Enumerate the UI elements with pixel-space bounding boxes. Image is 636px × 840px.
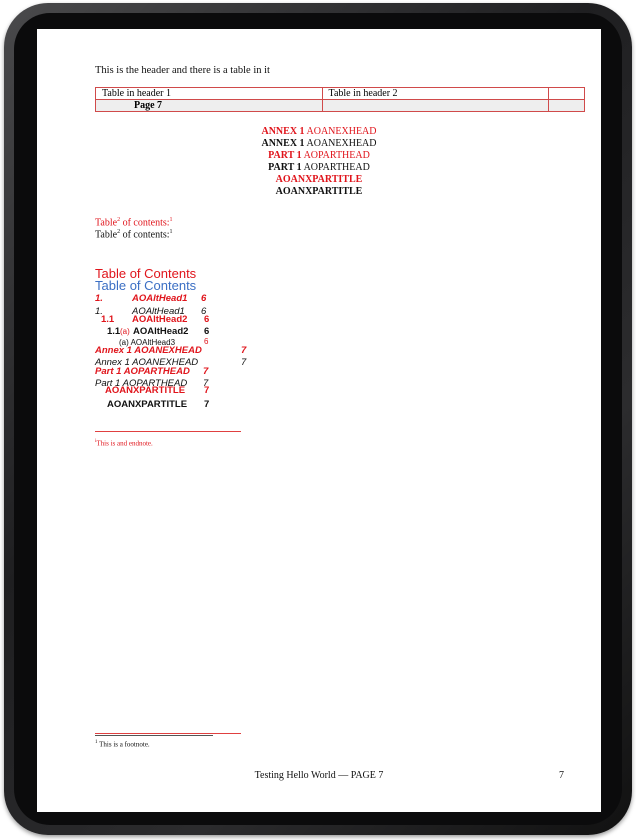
header-text: This is the header and there is a table … bbox=[95, 65, 270, 76]
toc-entry[interactable]: 1.1 bbox=[101, 314, 114, 325]
header-table: Table in header 1 Table in header 2 Page… bbox=[95, 87, 585, 112]
header-table-cell: Table in header 2 bbox=[321, 87, 550, 100]
toc-entry-page: 6 bbox=[201, 293, 207, 304]
toc-entry-text[interactable]: Part 1 AOPARTHEAD bbox=[95, 366, 190, 377]
toc-entry-text[interactable]: Annex 1 AOANEXHEAD bbox=[95, 345, 202, 356]
toc-entry-page: 6 bbox=[204, 326, 210, 337]
annex-heading-red: ANNEX 1 AOANEXHEAD bbox=[261, 126, 377, 137]
header-table-cell bbox=[548, 87, 585, 100]
toc-reference-red: Table2 of contents:1 bbox=[95, 217, 173, 229]
header-table-cell bbox=[321, 99, 550, 112]
toc-entry-page: 6 bbox=[204, 314, 210, 325]
toc-entry-page: 7 bbox=[204, 385, 210, 396]
toc-entry-text[interactable]: AOAltHead2 bbox=[133, 326, 188, 337]
toc-entry-page: 7 bbox=[203, 366, 209, 377]
toc-entry-page: 7 bbox=[241, 357, 247, 368]
footer-text: Testing Hello World — PAGE 7 bbox=[254, 770, 384, 781]
annex-heading-block: ANNEX 1 AOANEXHEAD ANNEX 1 AOANEXHEAD PA… bbox=[37, 126, 601, 198]
toc-entry-page: 7 bbox=[241, 345, 247, 356]
part-title-red: AOANXPARTITLE bbox=[275, 174, 363, 185]
footnote-separator bbox=[95, 733, 241, 734]
endnote: iThis is and endnote. bbox=[95, 439, 153, 448]
toc-title-blue: Table of Contents bbox=[95, 278, 197, 293]
toc-entry[interactable]: (a) bbox=[120, 327, 130, 336]
part-heading-red: PART 1 AOPARTHEAD bbox=[268, 150, 370, 161]
annex-heading-black: ANNEX 1 AOANEXHEAD bbox=[261, 138, 377, 149]
part-title-black: AOANXPARTITLE bbox=[275, 186, 363, 197]
footer-page-number: 7 bbox=[559, 770, 564, 781]
toc-entry-text[interactable]: AOANXPARTITLE bbox=[107, 399, 187, 410]
endnote-separator bbox=[95, 431, 241, 432]
header-table-page-cell: Page 7 bbox=[95, 99, 323, 112]
toc-entry-page: 7 bbox=[204, 399, 210, 410]
toc-entry-text[interactable]: AOAltHead1 bbox=[132, 293, 187, 304]
toc-entry-text[interactable]: AOANXPARTITLE bbox=[105, 385, 185, 396]
toc-entry[interactable]: 1. bbox=[95, 293, 103, 304]
document-page: This is the header and there is a table … bbox=[37, 29, 601, 812]
toc-entry[interactable]: 1.1 bbox=[107, 326, 120, 337]
part-heading-black: PART 1 AOPARTHEAD bbox=[268, 162, 370, 173]
footnote-separator-inner bbox=[95, 735, 213, 736]
toc-entry-page: 6 bbox=[204, 337, 209, 346]
header-table-cell bbox=[548, 99, 585, 112]
toc-reference-black: Table2 of contents:1 bbox=[95, 229, 173, 241]
footnote: 1 This is a footnote. bbox=[95, 740, 150, 749]
header-table-cell: Table in header 1 bbox=[95, 87, 323, 100]
toc-entry-text[interactable]: AOAltHead2 bbox=[132, 314, 187, 325]
